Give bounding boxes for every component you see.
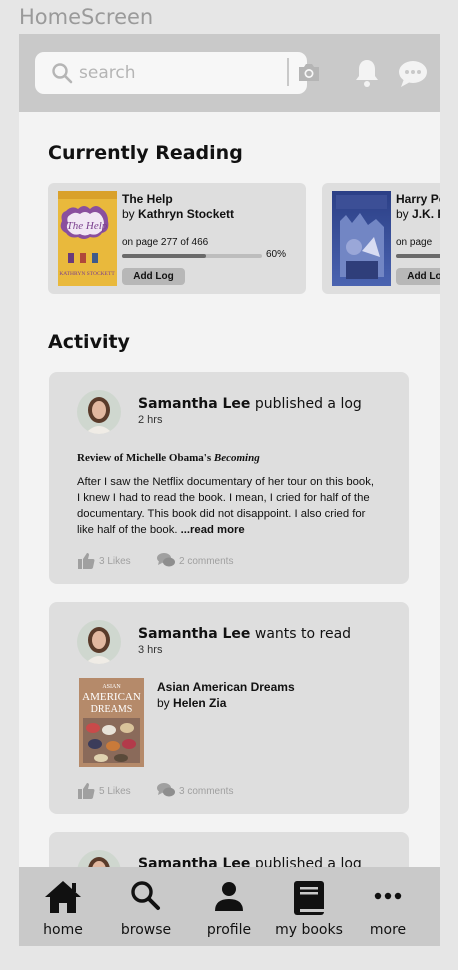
progress-bar <box>122 254 262 258</box>
comment-icon <box>157 553 175 567</box>
home-icon <box>45 881 81 913</box>
review-body: After I saw the Netflix documentary of h… <box>77 474 377 538</box>
activity-action: wants to read <box>254 626 352 642</box>
activity-card[interactable]: Samantha Lee wants to read 3 hrs ASIAN A… <box>49 602 409 814</box>
review-prefix: Review of Michelle Obama's <box>77 452 212 464</box>
nav-label-my-books: my books <box>275 922 343 938</box>
nav-label-browse: browse <box>120 922 172 938</box>
cover-author: KATHRYN STOCKETT <box>59 271 115 277</box>
book-cover-the-help[interactable]: The Help KATHRYN STOCKETT <box>58 191 117 286</box>
nav-browse[interactable]: browse <box>104 867 188 946</box>
comments-count: 2 comments <box>179 556 234 567</box>
author-name: Kathryn Stockett <box>138 207 235 221</box>
search-divider <box>287 58 289 86</box>
user-name[interactable]: Samantha Lee <box>138 626 250 642</box>
bottom-nav: home browse profile my books more <box>19 867 440 946</box>
activity-headline: Samantha Lee published a log <box>138 396 362 412</box>
thumbs-up-icon <box>78 783 95 799</box>
comments-count: 3 comments <box>179 786 234 797</box>
person-icon <box>215 882 243 911</box>
thumbs-up-icon <box>78 553 95 569</box>
cover-title: The Help <box>67 220 108 232</box>
frame-title: HomeScreen <box>19 5 154 29</box>
progress-bar <box>396 254 440 258</box>
chat-icon[interactable] <box>398 60 428 88</box>
author-name: J.K. Rowling <box>412 207 440 221</box>
nav-profile[interactable]: profile <box>187 867 271 946</box>
by-label: by <box>157 696 170 710</box>
search-icon <box>131 881 160 910</box>
cover-line3: DREAMS <box>91 704 133 715</box>
book-title[interactable]: The Help <box>122 192 173 206</box>
avatar[interactable] <box>77 390 121 434</box>
cover-line2: AMERICAN <box>82 691 141 703</box>
likes-count: 3 Likes <box>99 556 131 567</box>
user-name[interactable]: Samantha Lee <box>138 396 250 412</box>
book-title[interactable]: Asian American Dreams <box>157 680 295 694</box>
review-title: Review of Michelle Obama's Becoming <box>77 452 260 464</box>
likes-count: 5 Likes <box>99 786 131 797</box>
more-icon <box>374 892 402 900</box>
reading-card[interactable]: Harry Potter by J.K. Rowling on page Add… <box>322 183 440 294</box>
by-label: by <box>122 207 135 221</box>
nav-label-more: more <box>369 922 407 938</box>
cover-line1: ASIAN <box>102 684 121 690</box>
nav-label-profile: profile <box>206 922 252 938</box>
avatar[interactable] <box>77 620 121 664</box>
activity-time: 3 hrs <box>138 644 163 656</box>
search-bar[interactable]: search <box>35 52 319 94</box>
page-progress-text: on page 277 of 466 <box>122 237 209 248</box>
home-screen: search Currently Reading The Help KATHRY… <box>19 34 440 946</box>
activity-card[interactable]: Samantha Lee published a log 2 hrs Revie… <box>49 372 409 584</box>
progress-bar-fill <box>396 254 440 258</box>
comment-icon <box>157 783 175 797</box>
book-title[interactable]: Harry Potter <box>396 192 440 206</box>
camera-icon[interactable] <box>297 62 321 82</box>
book-author: by Helen Zia <box>157 696 226 710</box>
progress-percent: 60% <box>266 249 287 260</box>
book-author: by Kathryn Stockett <box>122 207 234 221</box>
nav-my-books[interactable]: my books <box>267 867 351 946</box>
book-cover-asian-american-dreams[interactable]: ASIAN AMERICAN DREAMS <box>79 678 144 767</box>
top-bar: search <box>19 34 440 112</box>
add-log-button[interactable]: Add Log <box>396 268 440 285</box>
currently-reading-heading: Currently Reading <box>48 142 243 164</box>
book-icon <box>294 881 324 915</box>
nav-home[interactable]: home <box>21 867 105 946</box>
read-more-link[interactable]: ...read more <box>181 524 245 536</box>
progress-bar-fill <box>122 254 206 258</box>
activity-time: 2 hrs <box>138 414 163 426</box>
activity-action: published a log <box>254 396 362 412</box>
activity-heading: Activity <box>48 331 130 353</box>
page-progress-text: on page <box>396 237 433 248</box>
book-cover-harry-potter[interactable] <box>332 191 391 286</box>
author-name: Helen Zia <box>173 696 227 710</box>
add-log-button[interactable]: Add Log <box>122 268 185 285</box>
bell-icon[interactable] <box>354 58 380 88</box>
nav-more[interactable]: more <box>346 867 430 946</box>
book-author: by J.K. Rowling <box>396 207 440 221</box>
reading-card[interactable]: The Help KATHRYN STOCKETT The Help by Ka… <box>48 183 306 294</box>
nav-label-home: home <box>43 922 83 938</box>
review-book-title[interactable]: Becoming <box>214 452 260 464</box>
by-label: by <box>396 207 409 221</box>
activity-headline: Samantha Lee wants to read <box>138 626 351 642</box>
search-icon <box>52 63 73 84</box>
search-input[interactable]: search <box>79 63 135 83</box>
